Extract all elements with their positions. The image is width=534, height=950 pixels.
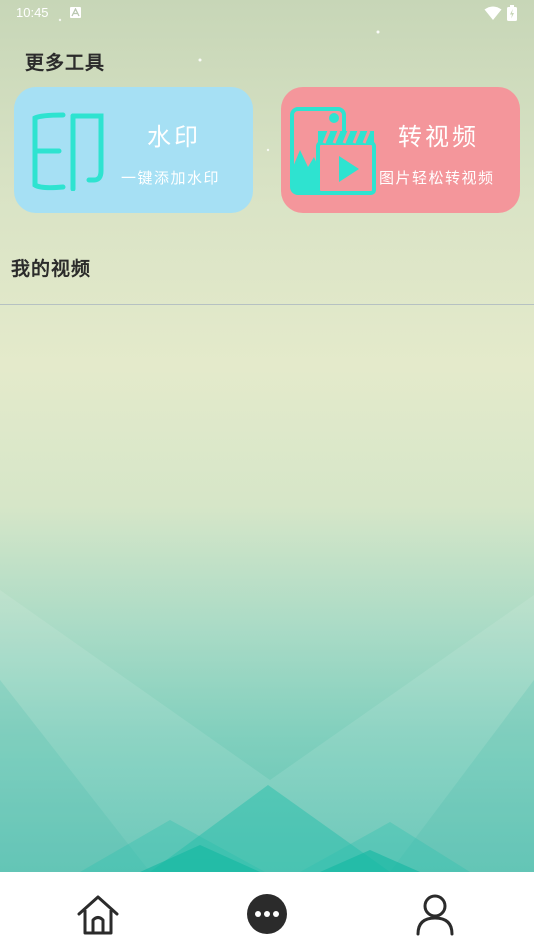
- watermark-card-title: 水印: [147, 123, 201, 151]
- wifi-icon: [484, 6, 502, 20]
- nav-profile-button[interactable]: [413, 892, 457, 936]
- notification-a-icon: [70, 7, 81, 18]
- more-dots-icon: [247, 894, 287, 934]
- nav-more-button[interactable]: [245, 892, 289, 936]
- watermark-tool-card[interactable]: 水印 一键添加水印: [14, 87, 253, 213]
- watermark-stamp-icon: [32, 112, 104, 191]
- battery-icon: [507, 5, 517, 21]
- watermark-card-subtitle: 一键添加水印: [121, 169, 221, 187]
- video-card-title: 转视频: [398, 123, 479, 151]
- nav-home-button[interactable]: [76, 892, 120, 936]
- home-icon: [77, 895, 119, 935]
- section-title-more-tools: 更多工具: [25, 52, 106, 74]
- profile-icon: [416, 894, 454, 936]
- section-title-my-videos: 我的视频: [11, 258, 92, 280]
- image-to-video-tool-card[interactable]: 转视频 图片轻松转视频: [281, 87, 520, 213]
- app-screen: 10:45 更多工具 水印 一键添加水印 转视频 图片轻松转视频 我的视频: [0, 0, 534, 950]
- bottom-nav: [0, 872, 534, 950]
- status-bar: 10:45: [0, 0, 534, 28]
- status-time: 10:45: [16, 5, 49, 20]
- video-card-subtitle: 图片轻松转视频: [379, 169, 495, 187]
- section-divider: [0, 304, 534, 305]
- image-to-video-icon: [290, 107, 376, 195]
